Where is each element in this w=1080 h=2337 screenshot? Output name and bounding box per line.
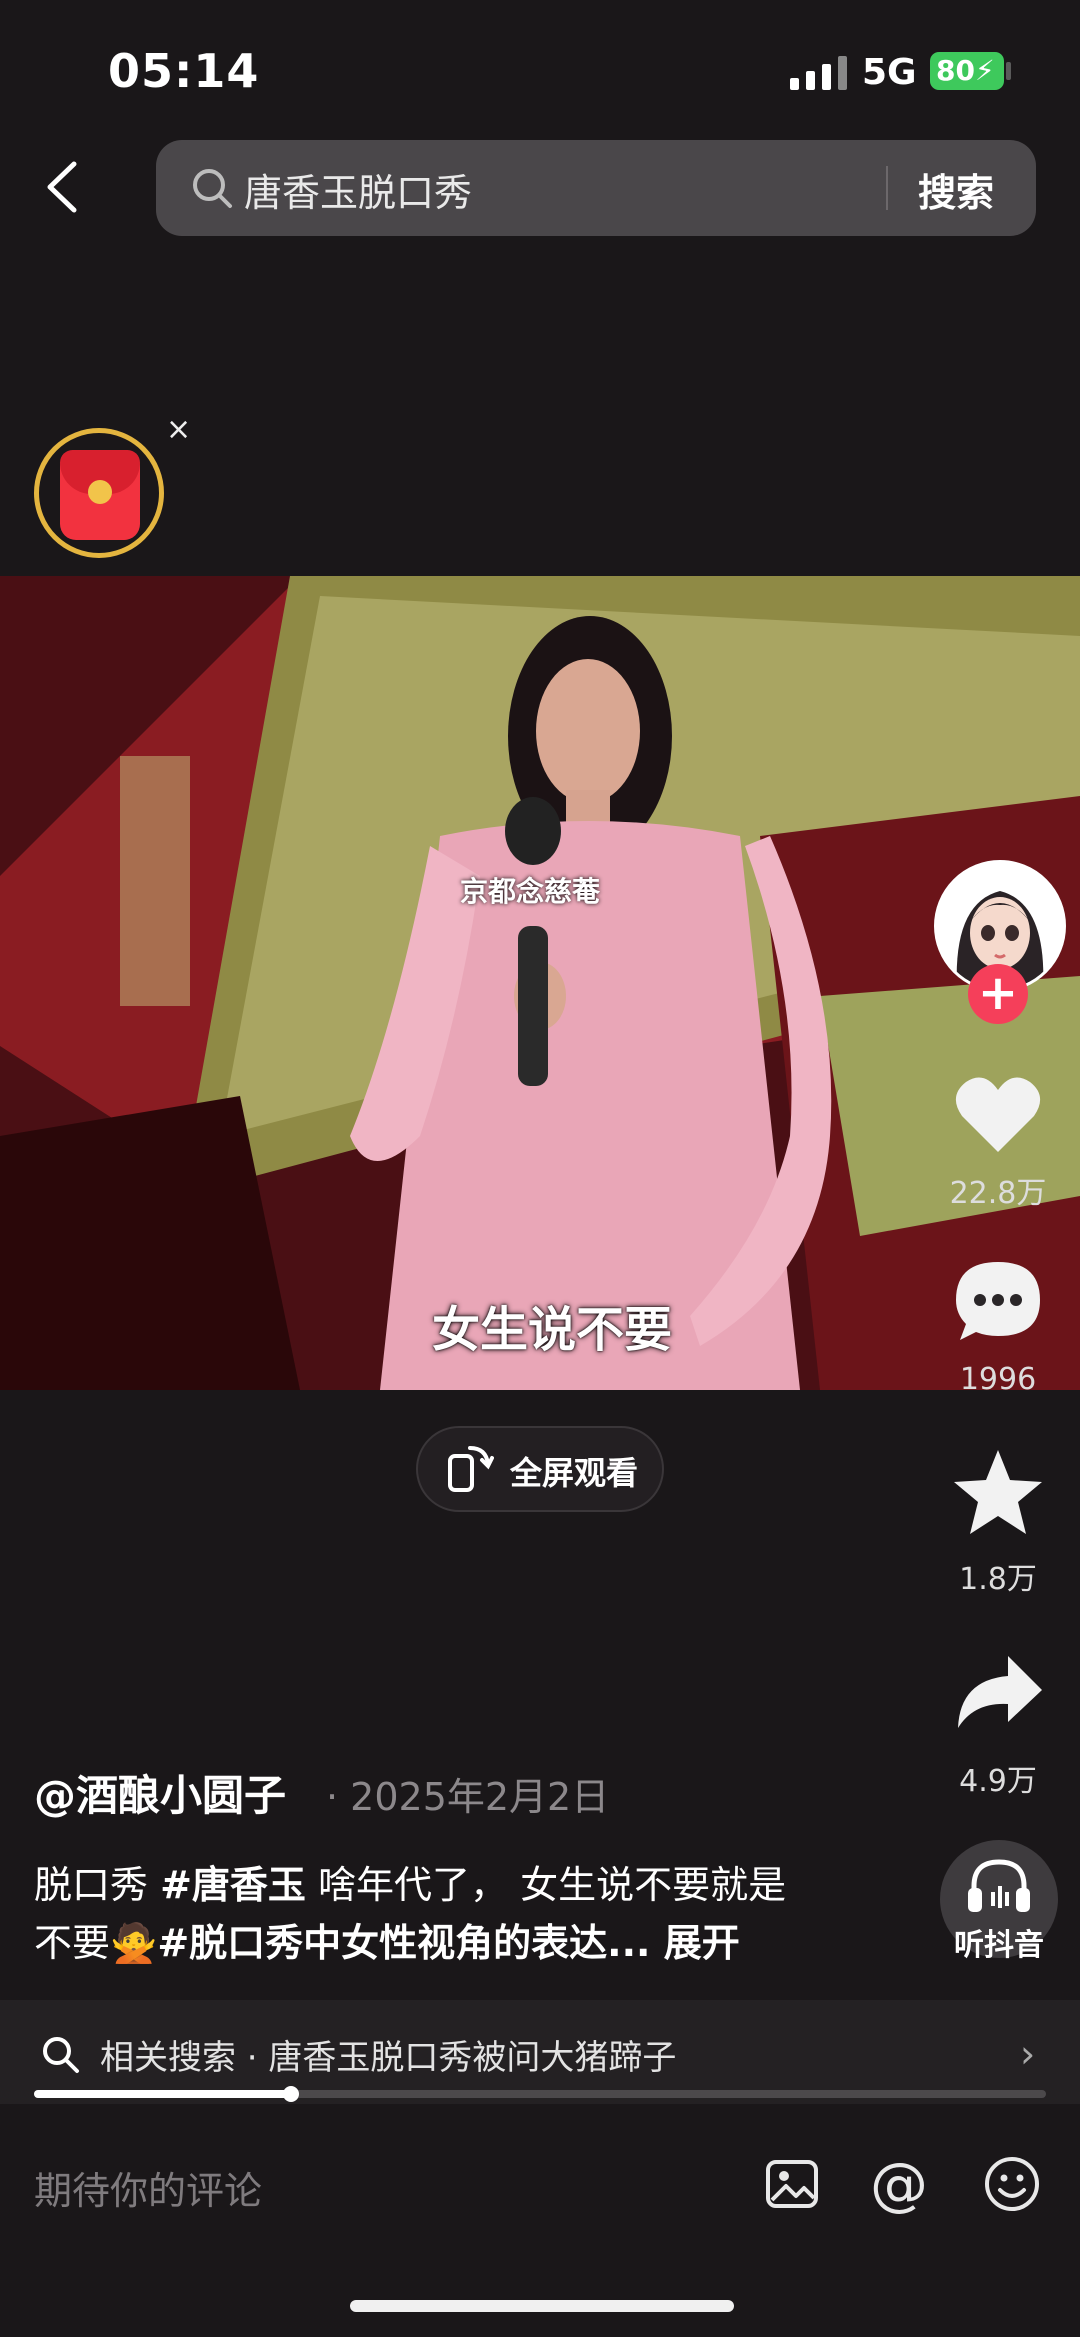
image-icon[interactable] xyxy=(764,2156,820,2212)
expand-link[interactable]: 展开 xyxy=(650,1921,740,1965)
close-icon[interactable]: × xyxy=(166,412,191,447)
signal-icon xyxy=(790,56,847,90)
comment-input[interactable]: 期待你的评论 xyxy=(34,2160,262,2215)
network-type: 5G xyxy=(862,52,917,93)
video-player[interactable] xyxy=(0,576,1080,1390)
post-description-line2: 不要🙅#脱口秀中女性视角的表达... 展开 xyxy=(34,1914,740,1972)
search-input[interactable]: 唐香玉脱口秀 xyxy=(244,162,472,217)
video-frame xyxy=(0,576,1080,1390)
home-indicator xyxy=(350,2300,734,2312)
heart-icon[interactable] xyxy=(952,1070,1044,1158)
video-progress-fill xyxy=(34,2090,291,2098)
follow-button[interactable]: + xyxy=(968,964,1028,1024)
desc-text: 啥年代了， 女生说不要就是 xyxy=(305,1863,787,1907)
video-progress-knob[interactable] xyxy=(283,2086,299,2102)
red-packet-seal xyxy=(88,480,112,504)
battery-indicator: 80⚡ xyxy=(930,52,1004,90)
battery-nub xyxy=(1006,62,1011,80)
fullscreen-label: 全屏观看 xyxy=(510,1454,639,1492)
headphones-icon xyxy=(968,1859,1030,1912)
video-overlay-text: 京都念慈菴 xyxy=(460,875,601,908)
post-date: · 2025年2月2日 xyxy=(326,1775,610,1819)
desc-text: 脱口秀 xyxy=(34,1863,161,1907)
desc-text: 不要🙅 xyxy=(34,1921,158,1965)
hashtag-link[interactable]: #脱口秀中女性视角的表达... xyxy=(157,1921,650,1965)
back-icon[interactable] xyxy=(40,160,84,214)
like-count: 22.8万 xyxy=(949,1176,1047,1211)
share-count: 4.9万 xyxy=(959,1764,1037,1799)
comment-icon[interactable] xyxy=(952,1256,1044,1344)
video-caption: 女生说不要 xyxy=(432,1302,673,1358)
search-icon xyxy=(193,169,232,208)
search-button[interactable]: 搜索 xyxy=(918,162,994,217)
hashtag-link[interactable]: #唐香玉 xyxy=(160,1863,306,1907)
comment-count: 1996 xyxy=(959,1362,1037,1397)
emoji-icon[interactable] xyxy=(982,2154,1042,2214)
status-time: 05:14 xyxy=(108,44,260,98)
post-description-line1: 脱口秀 #唐香玉 啥年代了， 女生说不要就是 xyxy=(34,1856,786,1914)
search-divider xyxy=(886,166,888,210)
listen-label: 听抖音 xyxy=(954,1928,1044,1963)
search-icon xyxy=(43,2037,79,2073)
chevron-right-icon: › xyxy=(1020,2032,1036,2076)
battery-level: 80 xyxy=(936,54,975,87)
favorite-count: 1.8万 xyxy=(959,1562,1037,1597)
star-icon[interactable] xyxy=(952,1448,1044,1536)
at-icon[interactable]: @ xyxy=(870,2150,928,2218)
related-search-label: 相关搜索 · 唐香玉脱口秀被问大猪蹄子 xyxy=(100,2038,677,2078)
author-name[interactable]: @酒酿小圆子 xyxy=(34,1762,286,1823)
share-icon[interactable] xyxy=(952,1650,1044,1738)
fullscreen-icon xyxy=(448,1446,494,1492)
